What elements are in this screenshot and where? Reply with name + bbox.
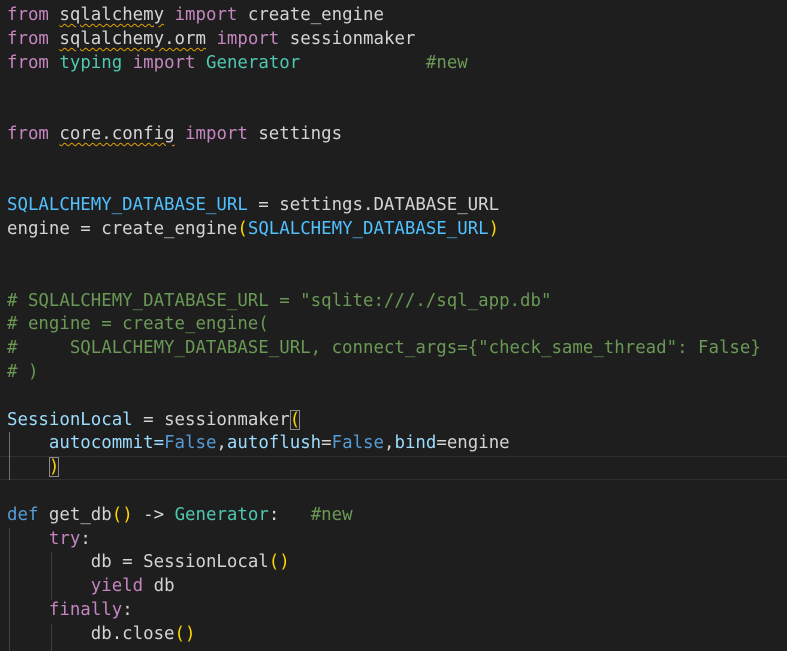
code-token: ( xyxy=(289,409,301,430)
code-token: ( xyxy=(237,219,248,240)
code-token: -> xyxy=(132,504,175,525)
code-line[interactable]: # SQLALCHEMY_DATABASE_URL, connect_args=… xyxy=(7,336,761,360)
code-token: finally xyxy=(48,600,123,620)
code-token: create_engine xyxy=(237,5,384,25)
code-line[interactable]: def get_db() -> Generator: #new xyxy=(7,503,353,527)
code-token: : xyxy=(268,504,311,525)
code-token: SessionLocal xyxy=(143,552,269,573)
code-token: () xyxy=(174,623,196,644)
code-token: # ) xyxy=(7,362,39,382)
code-token: False xyxy=(331,433,384,454)
code-line[interactable]: finally: xyxy=(7,598,133,622)
code-token: import xyxy=(216,28,280,49)
code-token: db.close xyxy=(7,623,175,644)
code-line[interactable]: from sqlalchemy import create_engine xyxy=(7,3,384,27)
code-line[interactable]: db.close() xyxy=(7,622,196,646)
code-token: sqlalchemy.orm xyxy=(59,28,206,49)
code-line[interactable]: ) xyxy=(7,455,60,479)
code-token: # engine = create_engine( xyxy=(7,314,269,335)
code-token: Generator xyxy=(206,52,301,73)
code-token: import xyxy=(132,52,196,73)
code-line[interactable]: yield db xyxy=(7,574,175,598)
code-line[interactable]: from sqlalchemy.orm import sessionmaker xyxy=(7,27,415,51)
code-token: ) xyxy=(48,457,60,478)
current-line-border-bottom xyxy=(0,479,787,480)
code-token: import xyxy=(174,5,238,25)
code-token: sessionmaker xyxy=(164,409,290,430)
code-token: Generator xyxy=(174,504,269,525)
code-token: create_engine xyxy=(101,219,238,240)
code-token: sessionmaker xyxy=(279,28,416,49)
code-token: : xyxy=(122,600,133,620)
code-token: () xyxy=(268,552,290,573)
code-line[interactable]: # engine = create_engine( xyxy=(7,312,269,336)
code-token: import xyxy=(185,124,248,144)
code-token: : xyxy=(80,528,91,549)
code-line[interactable]: # SQLALCHEMY_DATABASE_URL = "sqlite:///.… xyxy=(7,289,551,313)
code-line[interactable]: from core.config import settings xyxy=(7,122,342,146)
code-token: , xyxy=(216,433,227,454)
code-token: from xyxy=(7,5,49,25)
code-token: SessionLocal xyxy=(7,409,133,430)
current-line-border-top xyxy=(0,456,787,457)
code-token: settings xyxy=(247,124,343,144)
code-token: yield xyxy=(90,576,144,597)
code-line[interactable]: db = SessionLocal() xyxy=(7,550,290,574)
code-line[interactable]: from typing import Generator #new xyxy=(7,51,468,75)
code-token: autocommit= xyxy=(7,433,165,454)
code-token: ) xyxy=(488,219,500,240)
code-line[interactable]: SessionLocal = sessionmaker( xyxy=(7,408,301,432)
code-token: #new xyxy=(425,52,468,73)
code-token: core.config xyxy=(59,124,175,144)
code-token: # SQLALCHEMY_DATABASE_URL, connect_args=… xyxy=(7,338,761,359)
code-token: #new xyxy=(310,504,353,525)
code-token: # SQLALCHEMY_DATABASE_URL = "sqlite:///.… xyxy=(7,290,552,311)
code-token: autoflush xyxy=(226,433,322,454)
code-token: def xyxy=(7,504,39,525)
code-token: from xyxy=(7,124,49,144)
code-token: = xyxy=(132,409,165,430)
code-token: sqlalchemy xyxy=(59,5,165,25)
code-token: try xyxy=(48,528,81,549)
code-token: () xyxy=(111,504,133,525)
code-line[interactable]: try: xyxy=(7,527,91,551)
code-token: False xyxy=(164,433,217,454)
code-line[interactable]: engine = create_engine(SQLALCHEMY_DATABA… xyxy=(7,217,499,241)
code-token: =engine xyxy=(436,433,510,454)
code-editor[interactable]: from sqlalchemy import create_engine from… xyxy=(0,0,787,651)
code-token: SQLALCHEMY_DATABASE_URL xyxy=(247,219,489,240)
code-token: from xyxy=(7,52,49,73)
code-line[interactable]: autocommit=False,autoflush=False,bind=en… xyxy=(7,431,510,455)
code-line[interactable]: SQLALCHEMY_DATABASE_URL = settings.DATAB… xyxy=(7,193,499,217)
code-token: = settings.DATABASE_URL xyxy=(247,195,500,216)
code-token: , xyxy=(383,433,395,454)
code-token: db = xyxy=(7,552,144,573)
code-line[interactable]: # ) xyxy=(7,360,38,384)
code-token: SQLALCHEMY_DATABASE_URL xyxy=(7,195,248,216)
code-token: db xyxy=(143,576,175,597)
code-token: get_db xyxy=(48,504,112,525)
code-token: from xyxy=(7,28,49,49)
code-token: = xyxy=(321,433,332,454)
code-token: typing xyxy=(59,52,123,73)
code-token: engine = xyxy=(7,219,102,240)
code-token: bind xyxy=(394,433,437,454)
